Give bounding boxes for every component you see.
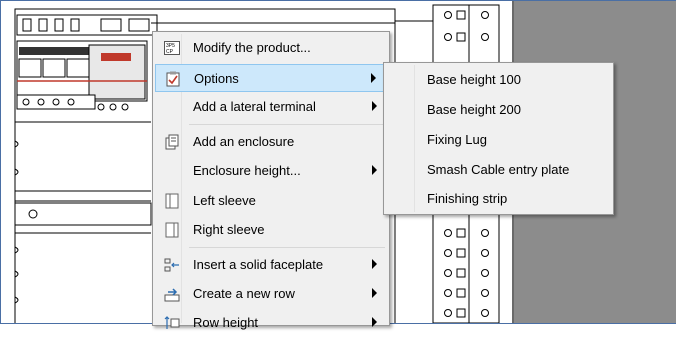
new-row-icon xyxy=(163,285,181,303)
submenu-arrow-icon xyxy=(372,288,377,298)
menu-item-right-sleeve[interactable]: Right sleeve xyxy=(155,216,387,244)
right-sleeve-icon xyxy=(163,221,181,239)
submenu-arrow-icon xyxy=(372,101,377,111)
menu-item-label: Add an enclosure xyxy=(193,134,295,149)
menu-item-create-new-row[interactable]: Create a new row xyxy=(155,280,387,308)
menu-item-label: Create a new row xyxy=(193,286,295,301)
menu-item-label: Insert a solid faceplate xyxy=(193,257,324,272)
context-menu: 3P5 CP Modify the product... Options Add … xyxy=(152,31,390,330)
submenu-item-label: Finishing strip xyxy=(427,191,508,206)
menu-item-label: Row height xyxy=(193,315,259,330)
menu-item-enclosure-height[interactable]: Enclosure height... xyxy=(155,157,387,185)
menu-item-modify-product[interactable]: 3P5 CP Modify the product... xyxy=(155,34,387,62)
submenu-item-finishing-strip[interactable]: Finishing strip xyxy=(386,184,611,212)
menu-item-label: Add a lateral terminal xyxy=(193,99,316,114)
submenu-arrow-icon xyxy=(372,165,377,175)
options-submenu: Base height 100 Base height 200 Fixing L… xyxy=(383,62,614,215)
submenu-item-fixing-lug[interactable]: Fixing Lug xyxy=(386,125,611,153)
submenu-item-label: Fixing Lug xyxy=(427,132,487,147)
menu-item-add-enclosure[interactable]: Add an enclosure xyxy=(155,128,387,156)
menu-separator xyxy=(189,124,385,125)
submenu-item-base-height-100[interactable]: Base height 100 xyxy=(386,65,611,93)
menu-item-left-sleeve[interactable]: Left sleeve xyxy=(155,187,387,215)
submenu-item-label: Base height 100 xyxy=(427,72,521,87)
menu-separator xyxy=(189,247,385,248)
submenu-item-label: Base height 200 xyxy=(427,102,521,117)
menu-item-row-height[interactable]: Row height xyxy=(155,309,387,337)
menu-item-label: Left sleeve xyxy=(193,193,256,208)
submenu-arrow-icon xyxy=(372,317,377,327)
row-height-icon xyxy=(163,314,181,332)
enclosure-icon xyxy=(163,133,181,151)
svg-text:CP: CP xyxy=(166,49,174,55)
submenu-item-base-height-200[interactable]: Base height 200 xyxy=(386,95,611,123)
menu-item-label: Enclosure height... xyxy=(193,163,301,178)
submenu-item-smash-cable-entry-plate[interactable]: Smash Cable entry plate xyxy=(386,155,611,183)
top-terminal-strip xyxy=(16,14,158,36)
submenu-item-label: Smash Cable entry plate xyxy=(427,162,570,177)
left-sleeve-icon xyxy=(163,192,181,210)
submenu-arrow-icon xyxy=(372,259,377,269)
menu-item-label: Options xyxy=(194,71,239,86)
menu-item-label: Modify the product... xyxy=(193,40,311,55)
faceplate-icon xyxy=(163,256,181,274)
menu-item-add-lateral-terminal[interactable]: Add a lateral terminal xyxy=(155,93,387,121)
submenu-arrow-icon xyxy=(371,73,376,83)
checklist-icon xyxy=(164,70,182,88)
breaker-modules xyxy=(16,40,148,102)
menu-item-insert-solid-faceplate[interactable]: Insert a solid faceplate xyxy=(155,251,387,279)
menu-item-label: Right sleeve xyxy=(193,222,265,237)
product-icon: 3P5 CP xyxy=(163,39,181,57)
menu-item-options[interactable]: Options xyxy=(155,64,387,92)
